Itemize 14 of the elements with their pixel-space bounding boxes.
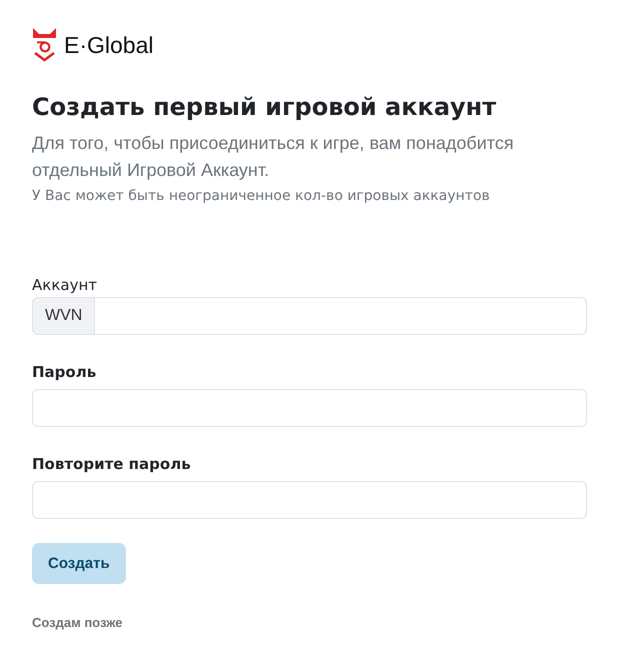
account-input-field[interactable] — [95, 297, 587, 335]
create-button[interactable]: Создать — [32, 543, 126, 584]
create-later-link[interactable]: Создам позже — [32, 615, 123, 630]
password-input-field[interactable] — [32, 389, 587, 427]
note-text: У Вас может быть неограниченное кол-во игровых аккаунтов — [32, 187, 491, 206]
fox-logo-icon — [32, 28, 57, 62]
field-label: Повторите пароль — [32, 454, 191, 474]
description-text: Для того, чтобы присоединиться к игре, вам понадобится отдельный Игровой Аккаунт. — [32, 132, 515, 182]
field-label: Аккаунт — [32, 275, 97, 295]
password-input-field[interactable] — [32, 481, 587, 519]
page-heading: Создать первый игровой аккаунт — [32, 92, 498, 122]
account-prefix-label: WVN — [32, 297, 96, 335]
field-label: Пароль — [32, 362, 96, 382]
brand-name: E·Global — [64, 34, 154, 56]
